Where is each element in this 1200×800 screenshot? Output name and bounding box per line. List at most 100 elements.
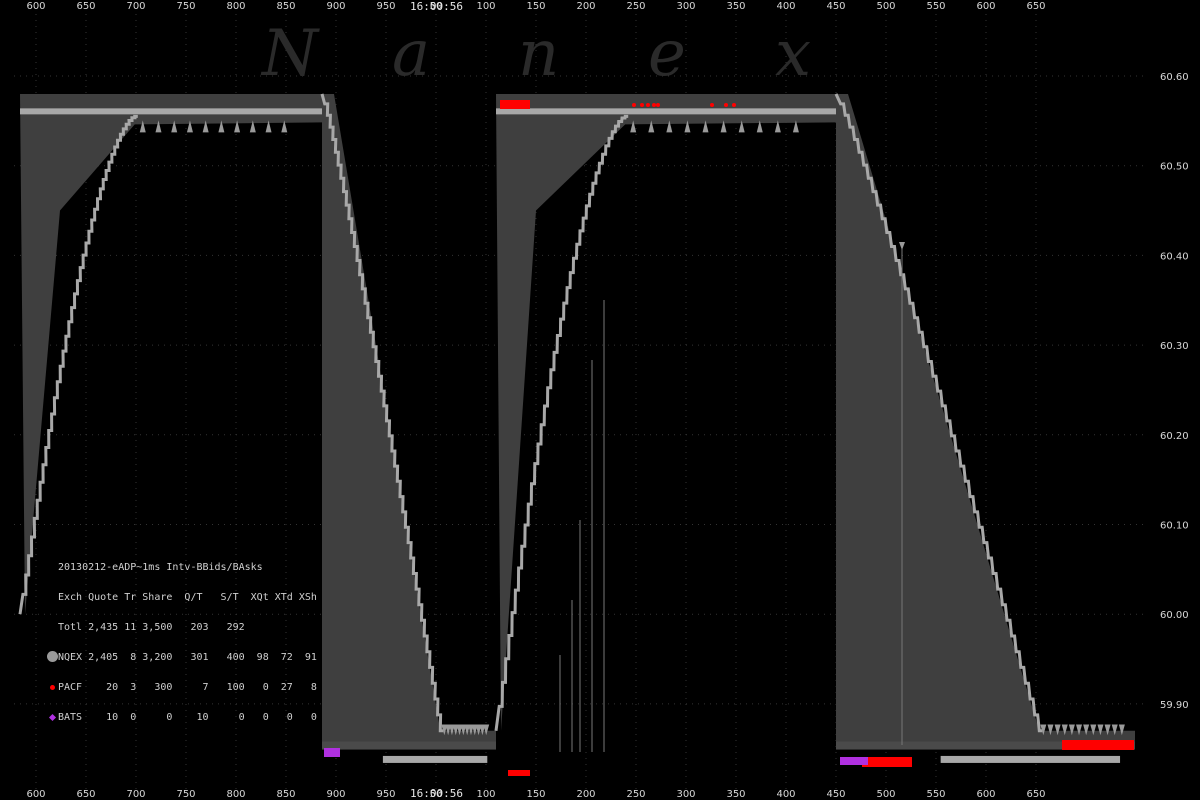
x-tick-label: 650 (76, 789, 95, 800)
best-bid-low (940, 755, 1121, 763)
x-ticks-bottom: 600 650 700 750 800 850 900 950 50 100 150 200 250 30… (26, 789, 1045, 800)
watermark-letter: N (260, 17, 320, 91)
x-tick-label: 750 (176, 789, 195, 800)
segment-1 (320, 93, 496, 763)
pacf-trade-marker (732, 103, 736, 107)
x-tick-label: 400 (776, 789, 795, 800)
legend-row-nqex: NQEX 2,405 8 3,200 301 400 98 72 91 (46, 651, 317, 663)
legend-table: 20130212-eADP~1ms Intv-BBids/BAsks Exch … (46, 543, 317, 733)
x-tick-label: 500 (876, 1, 895, 12)
x-tick-label: 150 (526, 1, 545, 12)
watermark-letter: n (518, 17, 559, 91)
time-label-bottom: 16:00:56 (410, 787, 463, 800)
x-tick-label: 650 (76, 1, 95, 12)
bid-ask-band (20, 93, 322, 615)
trade-marker (899, 242, 905, 250)
y-tick-label: 60.20 (1160, 431, 1189, 442)
x-tick-label: 650 (1026, 1, 1045, 12)
legend-row-label: PACF 20 3 300 7 100 0 27 8 (58, 682, 317, 693)
legend-row-label: NQEX 2,405 8 3,200 301 400 98 72 91 (58, 652, 317, 663)
x-tick-label: 800 (226, 789, 245, 800)
segment-0 (18, 93, 322, 615)
legend-title-text: 20130212-eADP~1ms Intv-BBids/BAsks (58, 562, 263, 573)
x-tick-label: 950 (376, 789, 395, 800)
pacf-trade-marker (646, 103, 650, 107)
bats-quote-block (324, 748, 340, 757)
x-tick-label: 600 (976, 789, 995, 800)
x-tick-label: 350 (726, 1, 745, 12)
nqex-dot-icon (46, 651, 58, 662)
pacf-quote-block (862, 757, 912, 767)
bid-ask-band (496, 93, 836, 731)
x-tick-label: 450 (826, 789, 845, 800)
x-tick-label: 200 (576, 1, 595, 12)
y-tick-label: 60.40 (1160, 251, 1189, 262)
legend-header-text: Exch Quote Tr Share Q/T S/T XQt XTd XSh (58, 592, 317, 603)
best-ask-line (496, 108, 836, 115)
pacf-trade-marker (656, 103, 660, 107)
best-bid-low (382, 755, 488, 763)
bats-diamond-icon (48, 713, 56, 722)
x-tick-label: 550 (926, 789, 945, 800)
pacf-dot-icon (49, 685, 55, 690)
x-tick-label: 400 (776, 1, 795, 12)
x-tick-label: 700 (126, 789, 145, 800)
pacf-quote-block (1062, 740, 1134, 750)
y-tick-label: 60.00 (1160, 610, 1189, 621)
pacf-trade-marker (724, 103, 728, 107)
x-ticks-top: 600 650 700 750 800 850 900 950 50 100 150 200 250 30… (26, 1, 1045, 12)
x-tick-label: 250 (626, 789, 645, 800)
y-tick-label: 60.60 (1160, 72, 1189, 83)
x-tick-label: 700 (126, 1, 145, 12)
pacf-quote-block (500, 100, 530, 109)
x-tick-label: 300 (676, 789, 695, 800)
x-tick-label: 600 (976, 1, 995, 12)
x-tick-label: 900 (326, 1, 345, 12)
x-tick-label: 100 (476, 1, 495, 12)
y-tick-label: 59.90 (1160, 700, 1189, 711)
y-ticks: 60.60 60.50 60.40 60.30 60.20 60.10 60.00 59.90 (1160, 72, 1189, 711)
x-tick-label: 850 (276, 789, 295, 800)
pacf-trade-marker (652, 103, 656, 107)
pacf-trade-marker (710, 103, 714, 107)
x-tick-label: 600 (26, 789, 45, 800)
bats-quote-block (840, 757, 868, 765)
legend-row-pacf: PACF 20 3 300 7 100 0 27 8 (46, 683, 317, 693)
time-label-top: 16:00:56 (410, 0, 463, 13)
pacf-trade-marker (640, 103, 644, 107)
watermark-letter: e (648, 17, 686, 91)
legend-row-bats: BATS 10 0 0 10 0 0 0 0 (46, 713, 317, 723)
legend-row-totl: Totl 2,435 11 3,500 203 292 (46, 623, 317, 633)
x-tick-label: 800 (226, 1, 245, 12)
legend-title: 20130212-eADP~1ms Intv-BBids/BAsks (46, 563, 317, 573)
x-tick-label: 350 (726, 789, 745, 800)
x-tick-label: 300 (676, 1, 695, 12)
x-tick-label: 150 (526, 789, 545, 800)
y-tick-label: 60.10 (1160, 521, 1189, 532)
y-tick-label: 60.30 (1160, 341, 1189, 352)
x-tick-label: 100 (476, 789, 495, 800)
x-tick-label: 600 (26, 1, 45, 12)
best-ask-line (20, 108, 322, 115)
watermark-letter: a (392, 17, 430, 91)
pacf-quote-block (508, 770, 530, 776)
x-tick-label: 850 (276, 1, 295, 12)
pacf-trade-marker (632, 103, 636, 107)
y-tick-label: 60.50 (1160, 162, 1189, 173)
x-tick-label: 650 (1026, 789, 1045, 800)
x-tick-label: 450 (826, 1, 845, 12)
x-tick-label: 550 (926, 1, 945, 12)
x-tick-label: 200 (576, 789, 595, 800)
legend-row-label: Totl 2,435 11 3,500 203 292 (58, 622, 245, 633)
segment-2 (494, 93, 836, 732)
x-tick-label: 950 (376, 1, 395, 12)
x-tick-label: 750 (176, 1, 195, 12)
best-bid-line (322, 741, 496, 750)
x-tick-label: 250 (626, 1, 645, 12)
x-tick-label: 500 (876, 789, 895, 800)
legend-row-label: BATS 10 0 0 10 0 0 0 0 (58, 712, 317, 723)
bid-ask-band (322, 93, 496, 749)
x-tick-label: 900 (326, 789, 345, 800)
watermark: Na n e x (260, 17, 811, 91)
watermark-letter: x (775, 17, 811, 91)
